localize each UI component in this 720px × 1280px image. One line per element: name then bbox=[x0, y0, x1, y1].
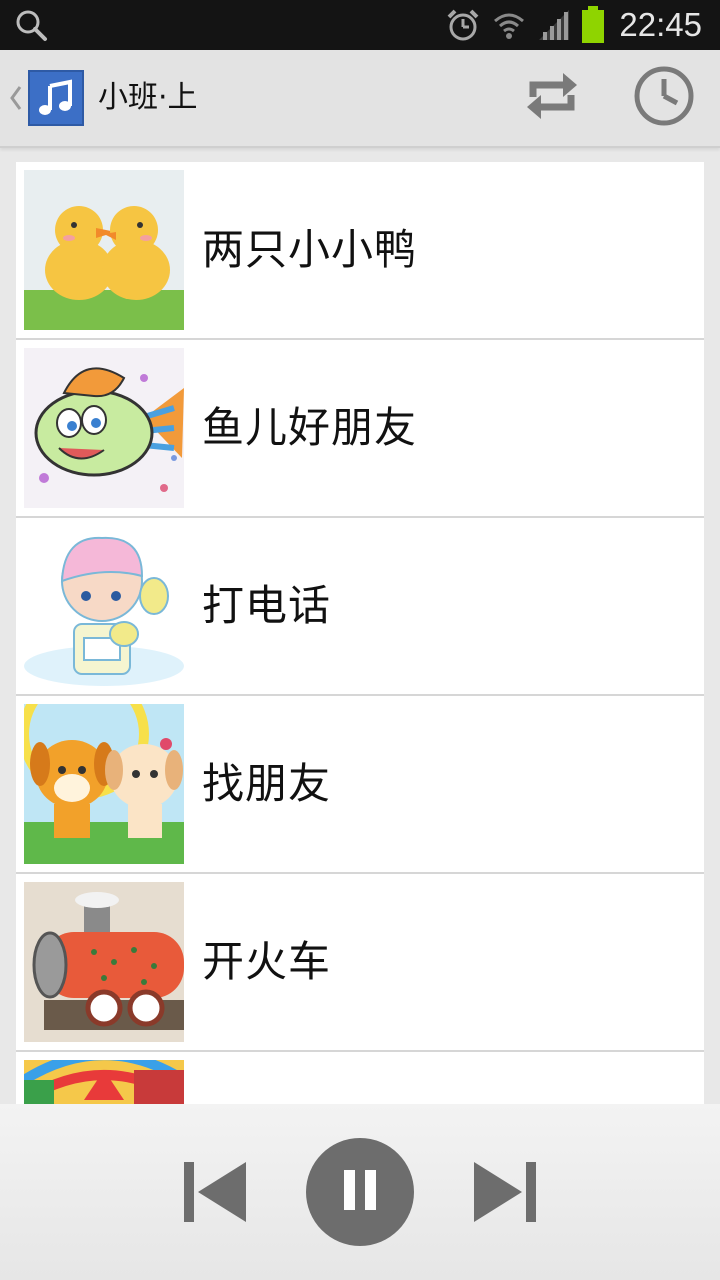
puppies-image bbox=[24, 704, 184, 864]
song-title: 找朋友 bbox=[202, 759, 332, 808]
list-item[interactable]: 两只小小鸭 bbox=[16, 162, 704, 340]
song-title: 开火车 bbox=[202, 937, 332, 986]
action-bar: 小班·上 bbox=[0, 50, 720, 148]
previous-track-button[interactable] bbox=[180, 1158, 252, 1230]
search-icon bbox=[14, 8, 50, 44]
previous-track-icon bbox=[180, 1156, 252, 1232]
back-chevron-icon[interactable] bbox=[8, 83, 24, 113]
repeat-button[interactable] bbox=[518, 64, 586, 132]
status-time: 22:45 bbox=[619, 6, 702, 43]
list-item[interactable]: 找朋友 bbox=[16, 696, 704, 874]
alarm-icon bbox=[445, 7, 481, 43]
pause-icon bbox=[340, 1168, 380, 1216]
song-title: 两只小小鸭 bbox=[202, 225, 418, 274]
repeat-icon bbox=[523, 67, 581, 129]
song-title: 鱼儿好朋友 bbox=[202, 403, 418, 452]
music-note-icon[interactable] bbox=[28, 70, 84, 126]
player-controls bbox=[0, 1104, 720, 1280]
baby-phone-image bbox=[24, 526, 184, 686]
next-track-button[interactable] bbox=[468, 1158, 540, 1230]
list-item[interactable]: 鱼儿好朋友 bbox=[16, 340, 704, 518]
wifi-icon bbox=[491, 7, 527, 43]
song-list[interactable]: 两只小小鸭 鱼儿好朋友 打电话 找朋友 开火车 bbox=[16, 162, 704, 1104]
ducklings-image bbox=[24, 170, 184, 330]
list-item[interactable] bbox=[16, 1052, 704, 1104]
pause-button[interactable] bbox=[306, 1138, 414, 1246]
song-title: 打电话 bbox=[202, 581, 332, 630]
train-image bbox=[24, 882, 184, 1042]
signal-icon bbox=[537, 8, 571, 42]
partial-image bbox=[24, 1060, 184, 1104]
history-button[interactable] bbox=[630, 64, 698, 132]
list-item[interactable]: 开火车 bbox=[16, 874, 704, 1052]
fish-image bbox=[24, 348, 184, 508]
next-track-icon bbox=[468, 1156, 540, 1232]
history-clock-icon bbox=[633, 65, 695, 131]
list-item[interactable]: 打电话 bbox=[16, 518, 704, 696]
status-bar: 22:45 bbox=[0, 0, 720, 50]
page-title: 小班·上 bbox=[98, 80, 198, 115]
battery-icon bbox=[581, 6, 605, 44]
